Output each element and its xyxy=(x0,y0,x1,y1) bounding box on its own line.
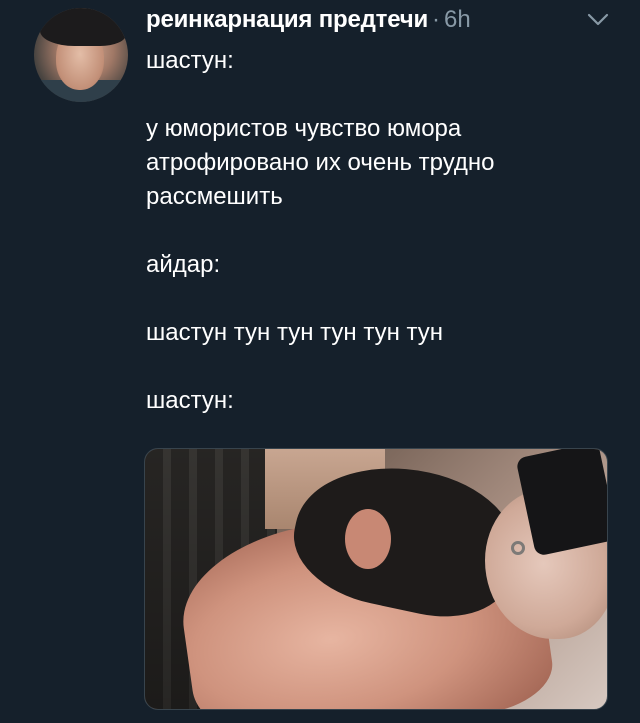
tweet-text: шастун: у юмористов чувство юмора атрофи… xyxy=(146,44,616,418)
media-person-ear xyxy=(345,509,391,569)
tweet[interactable]: реинкарнация предтечи · 6h шастун: у юмо… xyxy=(0,0,640,723)
tweet-line: у юмористов чувство юмора атрофировано и… xyxy=(146,115,495,210)
avatar-hair xyxy=(40,8,126,46)
tweet-media-image[interactable] xyxy=(144,448,608,710)
avatar[interactable] xyxy=(34,8,128,102)
display-name[interactable]: реинкарнация предтечи xyxy=(146,6,428,34)
timestamp[interactable]: 6h xyxy=(444,6,471,34)
chevron-down-icon[interactable] xyxy=(586,12,610,28)
tweet-line: шастун тун тун тун тун тун xyxy=(146,319,444,346)
tweet-line: шастун: xyxy=(146,387,234,414)
tweet-line: айдар: xyxy=(146,251,221,278)
header-separator: · xyxy=(432,6,441,33)
tweet-line: шастун: xyxy=(146,47,234,74)
media-ring xyxy=(511,541,525,555)
tweet-header: реинкарнация предтечи · 6h xyxy=(146,6,471,36)
